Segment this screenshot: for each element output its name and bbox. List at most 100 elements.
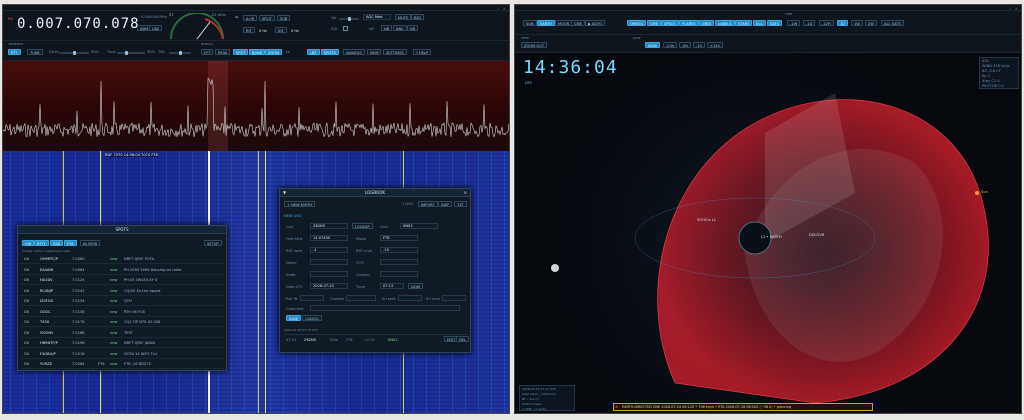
frequency-display[interactable]: 0.007.070.078 [17,16,140,32]
sat-label[interactable]: DSCOVR [809,233,824,237]
grid-field[interactable]: KN02 [400,223,438,229]
spot-row[interactable]: DK HA1DV 7.0124 new PH 05 ON1EX KY 0 [20,275,224,285]
ecl-button[interactable]: ECL [753,20,766,26]
spot-row[interactable]: DK F4GBU/P 7.0218 new GOTA 14 INFO Tv1 [20,349,224,359]
tune-button[interactable]: TUNE [27,49,43,55]
collapse-icon[interactable]: ▼ [283,189,286,197]
time-minus-1d[interactable]: -1D [803,20,816,26]
import-button[interactable]: IMPORT [418,201,438,207]
spectrum-display[interactable] [3,61,509,151]
rst-sent-field[interactable]: -1 [310,247,348,253]
time-1w[interactable]: 1W [851,20,863,26]
tune-slider[interactable] [117,51,145,55]
spot-row[interactable]: DK HB9NTF/P 7.0198 new NRFT QRV! JAIWA [20,338,224,348]
sats-button[interactable]: SATS [767,20,783,26]
time-minus-1w[interactable]: -1W [787,20,801,26]
a-equals-b-button[interactable]: A=B [243,15,257,21]
auto-button[interactable]: ▶ AUTO [585,20,606,26]
pwr-field[interactable] [300,295,324,301]
time-1d[interactable]: 1D [837,20,849,26]
agc-select[interactable]: AGC Med [363,14,391,20]
now-button[interactable]: NOW [408,283,424,289]
awards-button[interactable]: AWARDS [343,49,365,55]
grid-button[interactable]: GRID [699,20,715,26]
date-field[interactable]: 2026-07-25 [310,283,348,289]
moon-button[interactable]: MOON [555,20,573,26]
rit-button[interactable]: RIT [243,27,255,33]
save-button[interactable]: SAVE [286,315,302,321]
txt-button[interactable]: TXT [454,201,467,207]
spot-row[interactable]: DK OH9RTC/P 7.0080 new NRFT QRV! POTA [20,254,224,264]
help-button[interactable]: ? HELP [413,49,432,55]
lbt-button[interactable]: LBT [307,49,320,55]
split-button[interactable]: SPLIT [259,15,275,21]
name-field[interactable] [310,259,348,265]
sun-button[interactable]: SUN [523,20,537,26]
flares-button[interactable]: FLARES [679,20,699,26]
spot-row[interactable]: DK IY0ONY 7.0188 new TEST [20,328,224,338]
close-icon[interactable]: × [464,189,467,197]
mem-button[interactable]: MEM [367,49,382,55]
cme-button[interactable]: CME [647,20,661,26]
spots-setup-button[interactable]: SETUP [204,240,222,246]
country-field[interactable] [380,271,418,277]
cme-warning-banner[interactable]: ⚠ EARTH-DIRECTED CME 2026-07-24 09:12Z •… [613,403,873,411]
srl-rcvd-field[interactable] [442,295,466,301]
log-row[interactable]: 07:12 Z62NS 20m FT8 -1/-15 KN02 EDIT DEL [284,334,470,344]
time-minus-12h[interactable]: -12H [819,20,834,26]
spots-tab-ssb[interactable]: SSB [50,240,64,246]
drive-slider[interactable] [59,51,89,55]
spots-tab-rtty[interactable]: RTTY [34,240,49,246]
peak-button[interactable]: PEAK [215,49,231,55]
freq-field[interactable]: 14.07400 [310,235,348,241]
zoom-out-button[interactable]: ZOOM OUT [521,42,548,48]
nr-button[interactable]: NR [407,25,419,31]
mode-lsb-button[interactable]: LSB [149,25,162,31]
call-field[interactable]: Z62NS [310,223,348,229]
mode-field[interactable]: FT8 [380,235,418,241]
band-button[interactable]: BAND [249,49,266,55]
all-sats-button[interactable]: ALL SATS [881,20,904,26]
labels-button[interactable]: LABELS [715,20,735,26]
delete-button[interactable]: DEL [456,336,470,342]
jump-now-button[interactable]: NOW [645,42,661,48]
jump-minus-1h[interactable]: -1h [693,42,705,48]
spot-row[interactable]: DK IZ0FGS 7.0154 new QTH [20,296,224,306]
rec-button[interactable]: REC [411,14,425,20]
volume-slider[interactable] [339,17,359,21]
spot-row[interactable]: DK YU9ZZ 7.0284 FT8 new FT8 -16 RDZ70 [20,359,224,369]
adif-button[interactable]: ADIF [438,201,453,207]
spot-row[interactable]: DK T45X 7.0178 new CQ1 TIP NTK 02-028 [20,317,224,327]
nb-button[interactable]: NB [381,25,393,31]
fft-button[interactable]: FFT [201,49,214,55]
rst-rcvd-field[interactable]: -15 [380,247,418,253]
spots-tab-cw[interactable]: CW [22,240,35,246]
spot-row[interactable]: DK RC4N/P 7.0142 new CQ/US Eu.the award [20,286,224,296]
anc-button[interactable]: ANC [393,25,407,31]
srl-sent-field[interactable] [398,295,422,301]
comment-field[interactable] [310,305,460,311]
space-scene[interactable]: 14:36:04 UTC SOL WIND 418 km/s BZ -3.6 n… [515,53,1021,413]
cancel-button[interactable]: CANCEL [302,315,323,321]
jump-plus-24h[interactable]: +24h [707,42,723,48]
sub-button[interactable]: SUB [277,15,291,21]
specs-button[interactable]: SPECS [661,20,679,26]
contest-field[interactable] [346,295,376,301]
ptt-button[interactable]: PTT [8,49,21,55]
sql-checkbox[interactable] [343,26,348,31]
mic-slider[interactable] [169,51,191,55]
earth-button[interactable]: EARTH [537,20,555,26]
qth-field[interactable] [380,259,418,265]
spot-button[interactable]: SPOT [233,49,249,55]
cme-view-button[interactable]: CME [571,20,585,26]
lookup-button[interactable]: LOOKUP [352,223,373,229]
xit-button[interactable]: XIT [275,27,287,33]
state-field[interactable] [310,271,348,277]
jump-minus-6h[interactable]: -6h [679,42,691,48]
orbits-button[interactable]: ORBITS [627,20,647,26]
new-entry-button[interactable]: + NEW ENTRY [284,201,316,207]
spots-tab-ft8[interactable]: FT8 [64,240,77,246]
settings-button[interactable]: SETTINGS [383,49,407,55]
in-view-button[interactable]: IN VIEW [80,240,101,246]
mute-button[interactable]: MUTE [395,14,412,20]
